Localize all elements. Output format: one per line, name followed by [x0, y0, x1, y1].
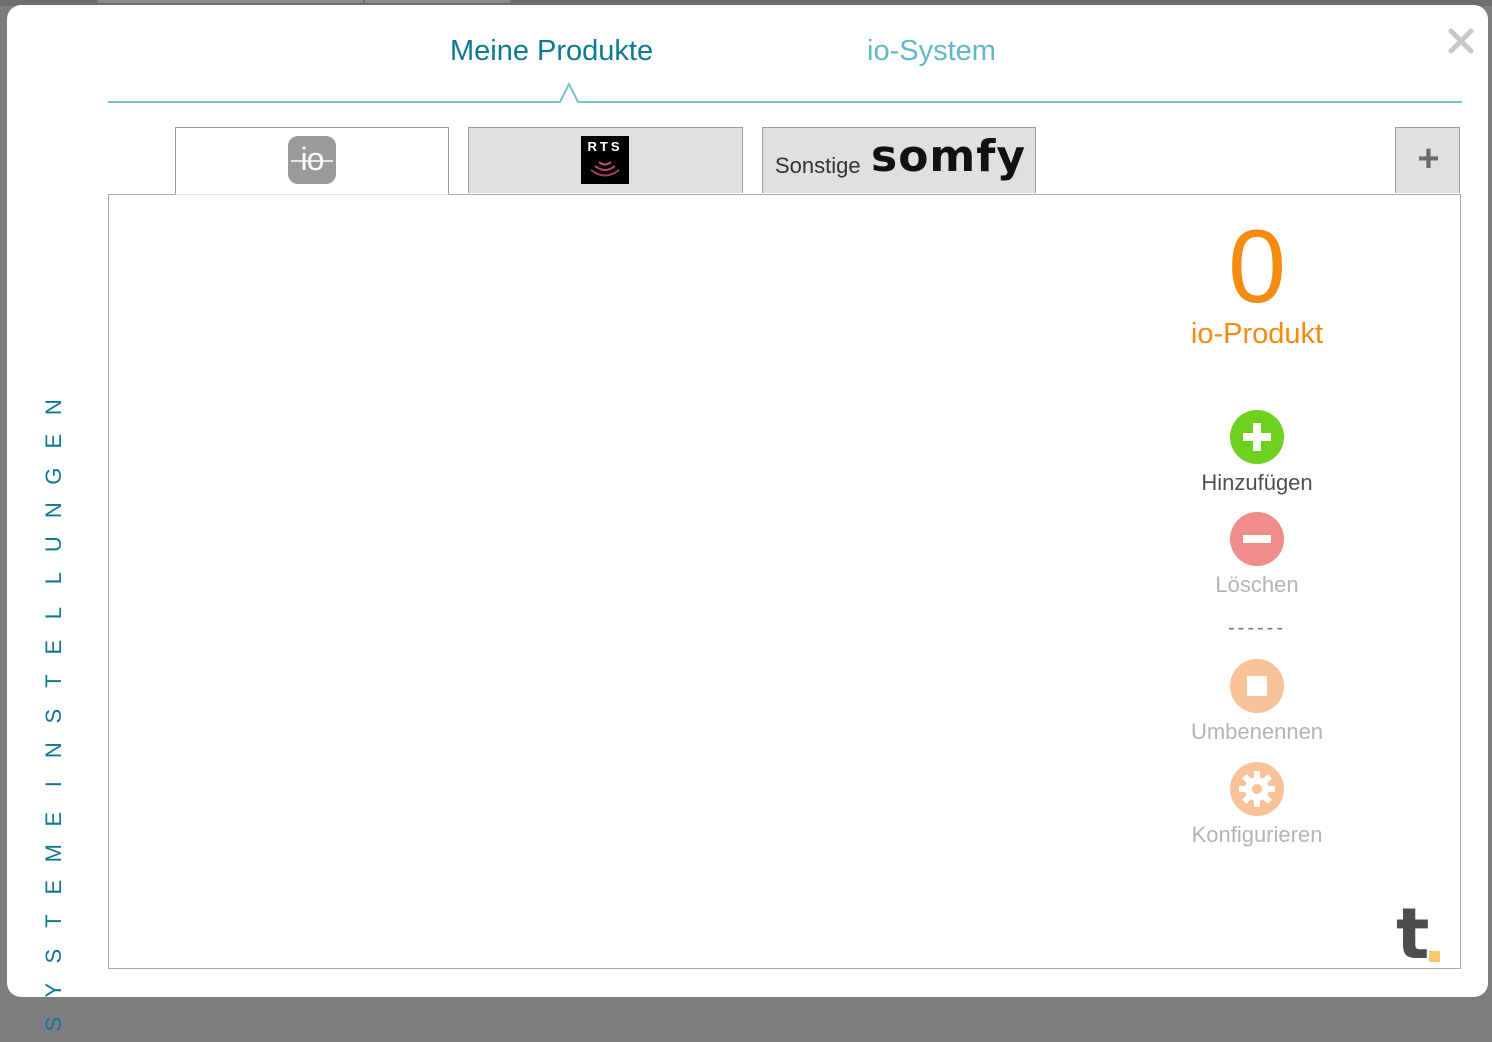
tab-io-system[interactable]: io-System — [867, 35, 996, 68]
rename-label: Umbenennen — [1190, 719, 1324, 744]
close-icon[interactable] — [1443, 23, 1479, 59]
sidebar-title-letter: T — [40, 674, 66, 689]
somfy-logo: somfy — [871, 131, 1027, 182]
brand-letter: t — [1396, 893, 1430, 975]
sidebar-title-letter: S — [40, 948, 66, 964]
rts-logo: RTS — [581, 136, 629, 184]
plus-icon: + — [1417, 138, 1440, 180]
brand-logo: t — [1396, 893, 1456, 975]
background-tab — [365, 0, 510, 3]
configure-label: Konfigurieren — [1191, 822, 1323, 847]
radio-waves-icon — [590, 161, 620, 177]
add-label: Hinzufügen — [1201, 470, 1313, 495]
sidebar-title-letter: L — [40, 606, 66, 620]
rename-product-button[interactable]: Umbenennen — [1157, 659, 1357, 745]
minus-circle-icon[interactable] — [1230, 512, 1284, 566]
sidebar-title-letter: T — [40, 914, 66, 929]
actions-divider: ------ — [1228, 617, 1286, 639]
plus-circle-icon[interactable] — [1230, 410, 1284, 464]
sidebar-title: N E G N U L L E T S N I E M E T S Y S — [40, 390, 73, 1042]
sidebar-title-letter: E — [40, 434, 66, 449]
sidebar-title-letter: M — [40, 843, 66, 863]
sidebar-title-letter: E — [40, 879, 66, 895]
gear-icon[interactable] — [1230, 762, 1284, 816]
close-button[interactable] — [1443, 23, 1479, 59]
sidebar-title-letter: G — [40, 467, 66, 485]
sidebar-title-letter: U — [40, 536, 66, 553]
configure-product-button[interactable]: Konfigurieren — [1157, 762, 1357, 848]
product-count: 0 — [1228, 209, 1286, 325]
background-tab — [98, 0, 363, 3]
sidebar-title-letter: N — [40, 742, 66, 759]
sidebar-title-letter: L — [40, 572, 66, 585]
sidebar-title-letter: N — [40, 399, 66, 416]
other-tab-label: Sonstige — [775, 153, 861, 178]
sidebar-title-letter: Y — [40, 982, 66, 998]
tab-io-products[interactable]: io — [175, 127, 449, 195]
tab-other-products[interactable]: Sonstige somfy — [762, 127, 1036, 193]
delete-label: Löschen — [1215, 572, 1299, 597]
io-logo-text: io — [300, 141, 325, 177]
sidebar-title-letter: S — [40, 708, 66, 724]
sidebar-title-letter: E — [40, 811, 66, 827]
delete-product-button[interactable]: Löschen — [1157, 512, 1357, 598]
sidebar-title-letter: S — [40, 1017, 66, 1032]
tab-rts-products[interactable]: RTS — [468, 127, 743, 193]
sidebar-title-letter: N — [40, 502, 66, 518]
add-tab-button[interactable]: + — [1395, 127, 1460, 193]
settings-dialog: Meine Produkte io-System N E G N U L L E… — [7, 5, 1488, 1032]
sidebar-title-letter: I — [40, 781, 66, 788]
sidebar-title-letter: E — [40, 639, 66, 655]
stop-square-icon[interactable] — [1230, 659, 1284, 713]
brand-dot — [1429, 951, 1440, 962]
io-logo: io — [288, 136, 336, 184]
product-count-label: io-Produkt — [1190, 318, 1324, 350]
add-product-button[interactable]: Hinzufügen — [1157, 410, 1357, 496]
tab-meine-produkte[interactable]: Meine Produkte — [450, 35, 653, 68]
tab-underline — [108, 81, 1462, 103]
